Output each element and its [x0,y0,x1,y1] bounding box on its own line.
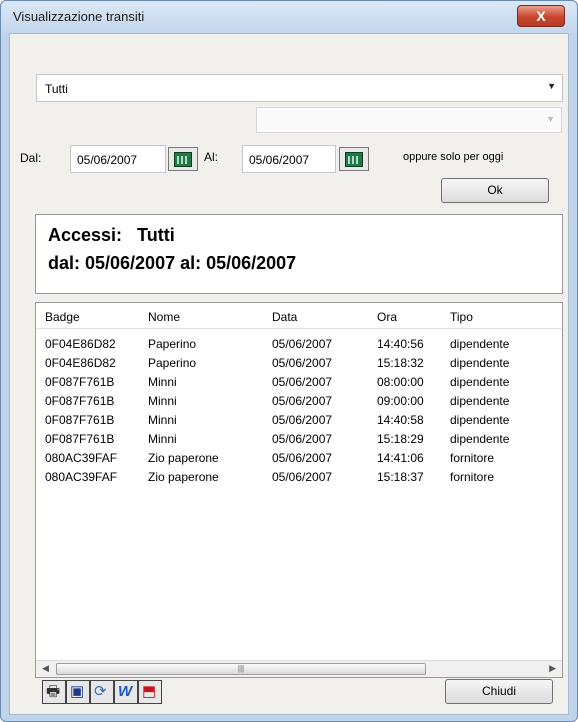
secondary-filter-select[interactable]: ▼ [256,107,562,133]
from-date-label: Dal: [20,151,42,165]
table-row[interactable]: 0F087F761B Minni 05/06/2007 15:18:29 dip… [36,432,562,451]
window-title: Visualizzazione transiti [13,9,145,24]
to-date-label: Al: [204,150,219,164]
column-header-nome[interactable]: Nome [148,310,180,324]
title-bar[interactable]: Visualizzazione transiti X [1,1,577,33]
cell-badge: 080AC39FAF [45,451,118,465]
scroll-right-icon[interactable]: ▶ [549,663,556,674]
export-pdf-button[interactable]: ⬒ [138,680,162,704]
calendar-icon [174,152,192,167]
cell-nome: Zio paperone [148,470,219,484]
cell-ora: 14:40:56 [377,337,424,351]
app-window: Visualizzazione transiti X Tutti ▼ ▼ Dal… [0,0,578,722]
selection-summary-panel: Accessi: Tutti dal: 05/06/2007 al: 05/06… [35,214,563,294]
table-row[interactable]: 0F087F761B Minni 05/06/2007 14:40:58 dip… [36,413,562,432]
column-header-tipo[interactable]: Tipo [450,310,473,324]
cell-badge: 0F087F761B [45,432,115,446]
preview-button[interactable]: ▣ [66,680,90,704]
cell-badge: 0F04E86D82 [45,356,116,370]
horizontal-scrollbar[interactable]: ◀ ||| ▶ [36,660,562,677]
cell-data: 05/06/2007 [272,432,333,446]
table-row[interactable]: 0F087F761B Minni 05/06/2007 09:00:00 dip… [36,394,562,413]
cell-data: 05/06/2007 [272,356,333,370]
print-button[interactable]: 🖶 [42,680,66,704]
cell-ora: 15:18:37 [377,470,424,484]
ok-button[interactable]: Ok [441,178,549,203]
summary-filter-line: Accessi: Tutti [48,225,175,245]
cell-tipo: dipendente [450,394,510,408]
cell-tipo: dipendente [450,413,510,427]
cell-data: 05/06/2007 [272,394,333,408]
cell-data: 05/06/2007 [272,451,333,465]
close-button[interactable]: Chiudi [445,679,553,704]
cell-data: 05/06/2007 [272,375,333,389]
cell-tipo: fornitore [450,470,495,484]
cell-badge: 080AC39FAF [45,470,118,484]
cell-tipo: fornitore [450,451,495,465]
cell-nome: Minni [148,375,177,389]
list-header: Badge Nome Data Ora Tipo [36,303,562,329]
cell-data: 05/06/2007 [272,413,333,427]
cell-nome: Paperino [148,337,197,351]
chevron-down-icon: ▼ [547,81,556,91]
cell-ora: 15:18:32 [377,356,424,370]
today-only-label[interactable]: oppure solo per oggi [403,151,503,163]
cell-ora: 09:00:00 [377,394,424,408]
from-date-field[interactable]: 05/06/2007 [70,145,166,173]
dialog-body: Tutti ▼ ▼ Dal: 05/06/2007 Al: 05/06/2007… [9,33,569,715]
cell-badge: 0F087F761B [45,375,115,389]
cell-nome: Zio paperone [148,451,219,465]
cell-ora: 14:41:06 [377,451,424,465]
cell-tipo: dipendente [450,337,510,351]
from-calendar-button[interactable] [168,147,198,171]
window-close-button[interactable]: X [517,5,565,27]
access-filter-select[interactable]: Tutti ▼ [36,74,563,102]
cell-nome: Minni [148,413,177,427]
column-header-data[interactable]: Data [272,310,297,324]
monitor-icon: ▣ [70,683,85,700]
cell-badge: 0F087F761B [45,413,115,427]
to-calendar-button[interactable] [339,147,369,171]
table-row[interactable]: 0F087F761B Minni 05/06/2007 08:00:00 dip… [36,375,562,394]
pdf-icon: ⬒ [142,683,157,700]
cell-tipo: dipendente [450,432,510,446]
cell-tipo: dipendente [450,356,510,370]
cell-nome: Minni [148,394,177,408]
cell-tipo: dipendente [450,375,510,389]
cell-data: 05/06/2007 [272,470,333,484]
column-header-badge[interactable]: Badge [45,310,80,324]
scrollbar-thumb[interactable]: ||| [56,663,426,675]
calendar-icon [345,152,363,167]
to-date-field[interactable]: 05/06/2007 [242,145,336,173]
summary-date-range-line: dal: 05/06/2007 al: 05/06/2007 [48,253,297,273]
cell-data: 05/06/2007 [272,337,333,351]
cell-ora: 14:40:58 [377,413,424,427]
scroll-left-icon[interactable]: ◀ [42,663,49,674]
table-row[interactable]: 080AC39FAF Zio paperone 05/06/2007 15:18… [36,470,562,489]
word-icon: W [118,683,133,700]
transit-list[interactable]: Badge Nome Data Ora Tipo 0F04E86D82 Pape… [35,302,563,678]
column-header-ora[interactable]: Ora [377,310,397,324]
refresh-button[interactable]: ⟳ [90,680,114,704]
cell-badge: 0F087F761B [45,394,115,408]
printer-icon: 🖶 [46,683,61,700]
cell-badge: 0F04E86D82 [45,337,116,351]
cell-ora: 15:18:29 [377,432,424,446]
export-word-button[interactable]: W [114,680,138,704]
table-row[interactable]: 080AC39FAF Zio paperone 05/06/2007 14:41… [36,451,562,470]
cell-ora: 08:00:00 [377,375,424,389]
table-row[interactable]: 0F04E86D82 Paperino 05/06/2007 15:18:32 … [36,356,562,375]
cell-nome: Minni [148,432,177,446]
table-row[interactable]: 0F04E86D82 Paperino 05/06/2007 14:40:56 … [36,337,562,356]
refresh-icon: ⟳ [94,683,107,700]
cell-nome: Paperino [148,356,197,370]
chevron-down-icon: ▼ [546,114,555,124]
access-filter-value: Tutti [45,82,68,96]
close-icon: X [536,8,546,24]
